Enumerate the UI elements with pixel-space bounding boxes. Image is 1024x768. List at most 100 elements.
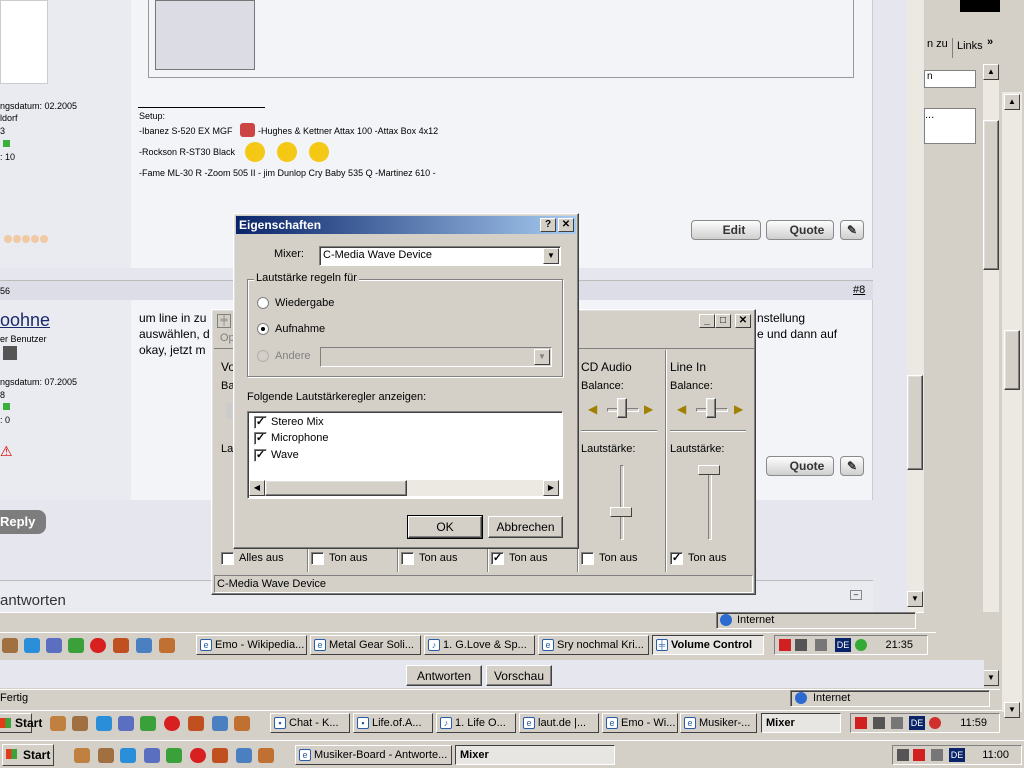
ok-button[interactable]: OK <box>407 515 483 539</box>
multiquote-icon[interactable]: ✎ <box>840 220 864 240</box>
chevron-down-icon[interactable]: ▼ <box>534 349 550 365</box>
tray-icon[interactable] <box>855 717 867 729</box>
other-radio[interactable] <box>257 350 269 362</box>
vorschau-button[interactable]: Vorschau <box>486 665 552 686</box>
app-icon[interactable] <box>212 748 228 763</box>
volume-icon[interactable] <box>891 717 903 729</box>
taskbar-item[interactable]: ▪ Chat - K... <box>270 713 350 733</box>
mute-all-checkbox[interactable] <box>221 552 234 565</box>
quote-button[interactable]: Quote <box>766 220 834 240</box>
taskbar-item[interactable]: e Musiker-... <box>680 713 757 733</box>
taskbar-item[interactable]: e Sry nochmal Kri... <box>538 635 649 655</box>
language-indicator[interactable]: DE <box>949 748 965 762</box>
balance-slider[interactable] <box>617 398 627 418</box>
app-icon[interactable] <box>236 748 252 763</box>
side-tab[interactable]: n <box>924 70 976 88</box>
app-icon[interactable] <box>50 716 66 731</box>
scroll-up-icon[interactable]: ▲ <box>1004 94 1020 110</box>
edit-button[interactable]: Edit <box>691 220 761 240</box>
mute-checkbox[interactable] <box>401 552 414 565</box>
mute-checkbox[interactable]: ✓ <box>491 552 504 565</box>
taskbar-item[interactable]: e Musiker-Board - Antworte... <box>295 745 452 765</box>
app-icon[interactable] <box>144 748 160 763</box>
tray-icon[interactable] <box>913 749 925 761</box>
app-icon[interactable] <box>98 748 114 763</box>
volume-icon[interactable] <box>815 639 827 651</box>
chevron-right-icon[interactable]: » <box>987 36 993 48</box>
recording-radio[interactable] <box>257 323 269 335</box>
app-icon[interactable] <box>72 716 88 731</box>
maximize-icon[interactable]: □ <box>715 314 731 328</box>
app-icon[interactable] <box>188 716 204 731</box>
controls-list[interactable]: ✓ Stereo Mix ✓ Microphone ✓ Wave ◀ ▶ <box>247 411 563 499</box>
mute-checkbox[interactable] <box>311 552 324 565</box>
taskbar-item[interactable]: ♪ 1. Life O... <box>436 713 516 733</box>
tray-icon[interactable] <box>779 639 791 651</box>
close-icon[interactable]: ✕ <box>558 218 574 232</box>
app-icon[interactable] <box>74 748 90 763</box>
close-icon[interactable]: ✕ <box>735 314 751 328</box>
balance-slider[interactable] <box>706 398 716 418</box>
icq-icon[interactable] <box>68 638 84 653</box>
taskbar-item-mixer[interactable]: Mixer <box>761 713 841 733</box>
mute-checkbox[interactable] <box>581 552 594 565</box>
taskbar-item[interactable]: e Emo - Wi... <box>602 713 678 733</box>
taskbar-item[interactable]: e Metal Gear Soli... <box>310 635 421 655</box>
skype-icon[interactable] <box>90 638 106 653</box>
reply-button[interactable]: Reply <box>0 510 46 534</box>
mute-checkbox[interactable]: ✓ <box>670 552 683 565</box>
report-icon[interactable]: ⚠ <box>0 443 13 460</box>
quote-button[interactable]: Quote <box>766 456 834 476</box>
scroll-down-icon[interactable]: ▼ <box>907 591 923 607</box>
taskbar-item-mixer[interactable]: Mixer <box>455 745 615 765</box>
antworten-button[interactable]: Antworten <box>406 665 482 686</box>
minimize-icon[interactable]: _ <box>699 314 715 328</box>
links-button[interactable]: Links <box>957 40 983 52</box>
screenshot-thumbnail[interactable] <box>155 0 255 70</box>
scroll-thumb[interactable] <box>265 480 407 496</box>
network-icon[interactable] <box>873 717 885 729</box>
app-icon[interactable] <box>234 716 250 731</box>
tray-icon[interactable] <box>929 717 941 729</box>
volume-slider[interactable] <box>698 465 720 475</box>
start-button[interactable]: Start <box>2 744 54 766</box>
scroll-thumb[interactable] <box>983 120 999 270</box>
multiquote-icon[interactable]: ✎ <box>840 456 864 476</box>
stereo-mix-checkbox[interactable]: ✓ <box>254 416 267 429</box>
side-tab[interactable]: ... <box>924 108 976 144</box>
username-link[interactable]: oohne <box>0 310 50 331</box>
playback-radio[interactable] <box>257 297 269 309</box>
chevron-down-icon[interactable]: ▼ <box>543 248 559 264</box>
other-dropdown[interactable]: ▼ <box>320 347 552 367</box>
scroll-left-icon[interactable]: ◀ <box>249 480 265 496</box>
icq-icon[interactable] <box>166 748 182 763</box>
outer-scrollbar[interactable] <box>1002 92 1022 712</box>
language-indicator[interactable]: DE <box>835 638 851 652</box>
app-icon[interactable] <box>118 716 134 731</box>
taskbar-item[interactable]: e Emo - Wikipedia... <box>196 635 307 655</box>
help-icon[interactable]: ? <box>540 218 556 232</box>
network-icon[interactable] <box>897 749 909 761</box>
app-icon[interactable] <box>159 638 175 653</box>
taskbar-item[interactable]: ▪ Life.of.A... <box>353 713 433 733</box>
app-icon[interactable] <box>258 748 274 763</box>
taskbar-item-volume-control[interactable]: ╪ Volume Control <box>652 635 764 655</box>
skype-icon[interactable] <box>164 716 180 731</box>
language-indicator[interactable]: DE <box>909 716 925 730</box>
taskbar-item[interactable]: e laut.de |... <box>519 713 599 733</box>
horizontal-scrollbar[interactable]: ◀ ▶ <box>249 480 559 496</box>
app-icon[interactable] <box>2 638 18 653</box>
scroll-down-icon[interactable]: ▼ <box>1004 702 1020 718</box>
scroll-thumb[interactable] <box>907 375 923 470</box>
post-number-link[interactable]: #8 <box>853 284 865 296</box>
icq-icon[interactable] <box>140 716 156 731</box>
start-button[interactable]: Start <box>0 713 42 733</box>
app-icon[interactable] <box>212 716 228 731</box>
wave-checkbox[interactable]: ✓ <box>254 449 267 462</box>
network-icon[interactable] <box>795 639 807 651</box>
scroll-right-icon[interactable]: ▶ <box>543 480 559 496</box>
scroll-thumb[interactable] <box>1004 330 1020 390</box>
mixer-dropdown[interactable]: C-Media Wave Device ▼ <box>319 246 561 266</box>
app-icon[interactable] <box>136 638 152 653</box>
page-scrollbar[interactable] <box>907 0 923 612</box>
